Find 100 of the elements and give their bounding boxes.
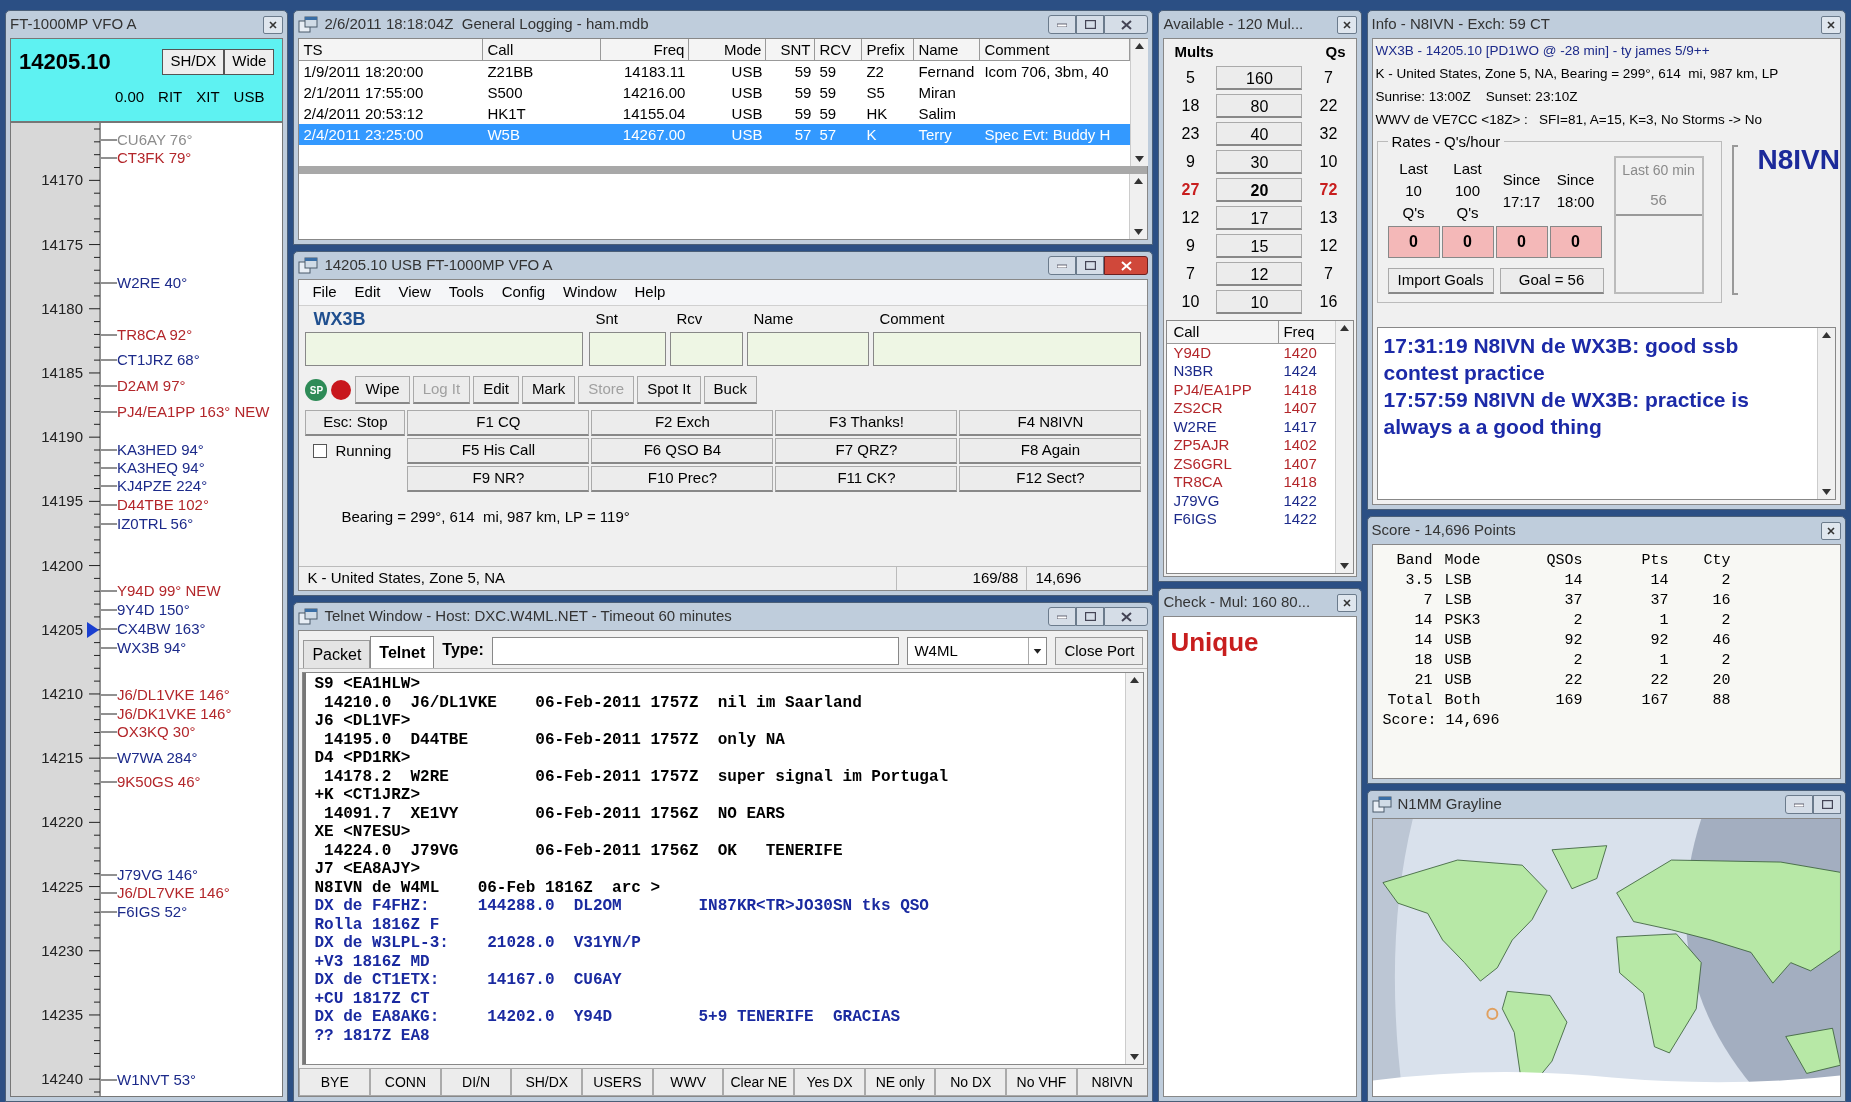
tab[interactable]: Packet	[303, 640, 371, 668]
scrollbar[interactable]	[1125, 673, 1144, 1064]
maximize-button[interactable]	[1076, 607, 1105, 626]
entry-button[interactable]: Spot It	[637, 376, 701, 404]
menu-item[interactable]: Help	[625, 281, 675, 304]
function-key-button[interactable]: F1 CQ	[407, 410, 590, 436]
column-header[interactable]: SNT	[766, 39, 816, 60]
cluster-button[interactable]: BYE	[299, 1068, 371, 1096]
tab[interactable]: Telnet	[370, 636, 435, 668]
function-key-button[interactable]: F3 Thanks!	[775, 410, 958, 436]
running-checkbox[interactable]: Running	[305, 438, 406, 464]
entry-button[interactable]: Mark	[522, 376, 576, 404]
table-cell-text: 2	[1720, 571, 1731, 591]
cluster-button[interactable]: SH/DX	[511, 1068, 583, 1096]
band-button[interactable]: 17	[1216, 205, 1303, 230]
function-key-button[interactable]: F6 QSO B4	[591, 438, 774, 464]
function-key-button[interactable]: F8 Again	[959, 438, 1142, 464]
menu-item[interactable]: View	[389, 281, 440, 304]
rcv-field[interactable]	[670, 332, 744, 366]
band-button[interactable]: 20	[1216, 177, 1303, 202]
band-button[interactable]: 10	[1216, 289, 1303, 314]
function-key-button[interactable]: F9 NR?	[407, 466, 590, 492]
band-button[interactable]: 30	[1216, 149, 1303, 174]
cluster-button[interactable]: No VHF	[1006, 1068, 1077, 1096]
entry-button[interactable]: Buck	[703, 376, 757, 404]
column-header[interactable]: Freq	[1279, 320, 1335, 343]
frequency-tick-label: 14170	[40, 171, 83, 190]
spot-label: KJ4PZE 224°	[101, 477, 208, 495]
band-button[interactable]: 80	[1216, 93, 1303, 118]
spot-frequency: 1424	[1282, 362, 1318, 381]
close-port-button[interactable]: Close Port	[1055, 637, 1144, 665]
cluster-button[interactable]: WWV	[652, 1068, 724, 1096]
cluster-button[interactable]: NE only	[864, 1068, 936, 1096]
close-button[interactable]	[1104, 256, 1149, 275]
goal-button[interactable]: Goal = 56	[1499, 268, 1604, 294]
function-key-button[interactable]: F10 Prec?	[591, 466, 774, 492]
column-header[interactable]: Freq	[601, 39, 690, 60]
function-key-button[interactable]: F12 Sect?	[959, 466, 1142, 492]
menu-item[interactable]: Tools	[439, 281, 493, 304]
vfo-frequency: 14205.10	[19, 48, 111, 76]
band-map-button[interactable]: Wide	[224, 48, 275, 75]
column-header[interactable]: RCV	[815, 39, 863, 60]
scrollbar[interactable]	[1130, 39, 1149, 166]
name-field[interactable]	[747, 332, 870, 366]
close-button[interactable]	[263, 15, 284, 34]
cluster-button[interactable]: USERS	[582, 1068, 653, 1096]
comment-field[interactable]	[873, 332, 1142, 366]
column-header[interactable]: Name	[914, 39, 981, 60]
band-button[interactable]: 15	[1216, 233, 1303, 258]
menu-item[interactable]: Config	[492, 281, 555, 304]
maximize-button[interactable]	[1813, 795, 1841, 814]
function-key-button[interactable]: F11 CK?	[775, 466, 958, 492]
function-key-button[interactable]: F2 Exch	[591, 410, 774, 436]
close-button[interactable]	[1336, 15, 1357, 34]
window-title: N1MM Grayline	[1397, 794, 1502, 815]
cluster-button[interactable]: Yes DX	[794, 1068, 865, 1096]
scrollbar[interactable]	[1817, 328, 1835, 499]
band-button[interactable]: 40	[1216, 121, 1303, 146]
column-header[interactable]: Mode	[689, 39, 767, 60]
column-header[interactable]: Prefix	[862, 39, 915, 60]
scroll-down-icon	[1130, 1054, 1140, 1060]
close-button[interactable]	[1336, 593, 1357, 612]
function-key-button[interactable]: F5 His Call	[407, 438, 590, 464]
band-map-button[interactable]: SH/DX	[162, 48, 225, 75]
callsign-field[interactable]	[305, 332, 584, 366]
function-key-button[interactable]: F7 QRZ?	[775, 438, 958, 464]
column-header[interactable]: TS	[299, 39, 484, 60]
import-goals-button[interactable]: Import Goals	[1387, 268, 1494, 294]
menu-item[interactable]: Window	[554, 281, 626, 304]
cluster-button[interactable]: DI/N	[440, 1068, 512, 1096]
scrollbar[interactable]	[1129, 174, 1148, 239]
command-field[interactable]	[491, 637, 900, 665]
maximize-button[interactable]	[1076, 15, 1105, 34]
console-line: 14178.2 W2RE 06-Feb-2011 1757Z super signal im Portugal	[323, 767, 950, 786]
band-button[interactable]: 12	[1216, 261, 1303, 286]
entry-button[interactable]: Wipe	[355, 376, 410, 404]
band-button[interactable]: 160	[1216, 65, 1303, 90]
esc-stop-button[interactable]: Esc: Stop	[305, 410, 406, 436]
minimize-button[interactable]	[1048, 607, 1077, 626]
cluster-button[interactable]: N8IVN	[1076, 1068, 1148, 1096]
function-key-button[interactable]: F4 N8IVN	[959, 410, 1142, 436]
scrollbar[interactable]	[1334, 320, 1353, 573]
menu-item[interactable]: Edit	[345, 281, 390, 304]
cluster-button[interactable]: Clear NE	[723, 1068, 795, 1096]
node-dropdown[interactable]: W4ML	[907, 637, 1048, 665]
close-button[interactable]	[1104, 15, 1149, 34]
minimize-button[interactable]	[1048, 15, 1077, 34]
minimize-button[interactable]	[1785, 795, 1813, 814]
column-header[interactable]: Call	[1167, 320, 1280, 343]
window-title: Telnet Window - Host: DXC.W4ML.NET - Timeout 60 minutes	[324, 606, 732, 627]
maximize-button[interactable]	[1076, 256, 1105, 275]
snt-field[interactable]	[589, 332, 667, 366]
entry-button[interactable]: Edit	[473, 376, 519, 404]
close-button[interactable]	[1821, 521, 1841, 540]
cluster-button[interactable]: CONN	[370, 1068, 441, 1096]
column-header[interactable]: Call	[483, 39, 602, 60]
menu-item[interactable]: File	[303, 281, 346, 304]
cluster-button[interactable]: No DX	[935, 1068, 1007, 1096]
close-button[interactable]	[1821, 15, 1841, 34]
close-button[interactable]	[1104, 607, 1149, 626]
